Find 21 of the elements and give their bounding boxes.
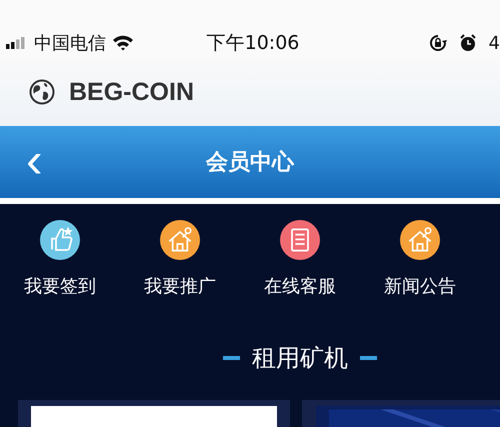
rotation-lock-icon (428, 34, 447, 52)
globe-icon (29, 79, 55, 105)
house-icon[interactable] (160, 220, 200, 260)
dash-mark (223, 356, 240, 360)
back-button[interactable]: ‹ (20, 138, 49, 182)
wifi-icon (112, 35, 134, 51)
battery-percent: 4 (488, 32, 500, 54)
alarm-icon (458, 34, 477, 52)
house-icon[interactable] (400, 220, 440, 260)
dash-mark (360, 356, 377, 360)
section-title: 租用矿机 (252, 343, 348, 374)
site-title: BEG-COIN (69, 78, 194, 106)
menu-label[interactable]: 在线客服 (264, 274, 336, 298)
menu-label[interactable]: 新闻公告 (384, 274, 456, 298)
clock-time: 下午10:06 (206, 31, 300, 56)
document-icon[interactable] (280, 220, 320, 260)
page-title: 会员中心 (206, 148, 294, 177)
thumbs-up-icon[interactable] (40, 220, 80, 260)
menu-label[interactable]: 我要推广 (144, 274, 216, 298)
carrier-name: 中国电信 (34, 32, 106, 55)
menu-label[interactable]: 我要签到 (24, 274, 96, 298)
